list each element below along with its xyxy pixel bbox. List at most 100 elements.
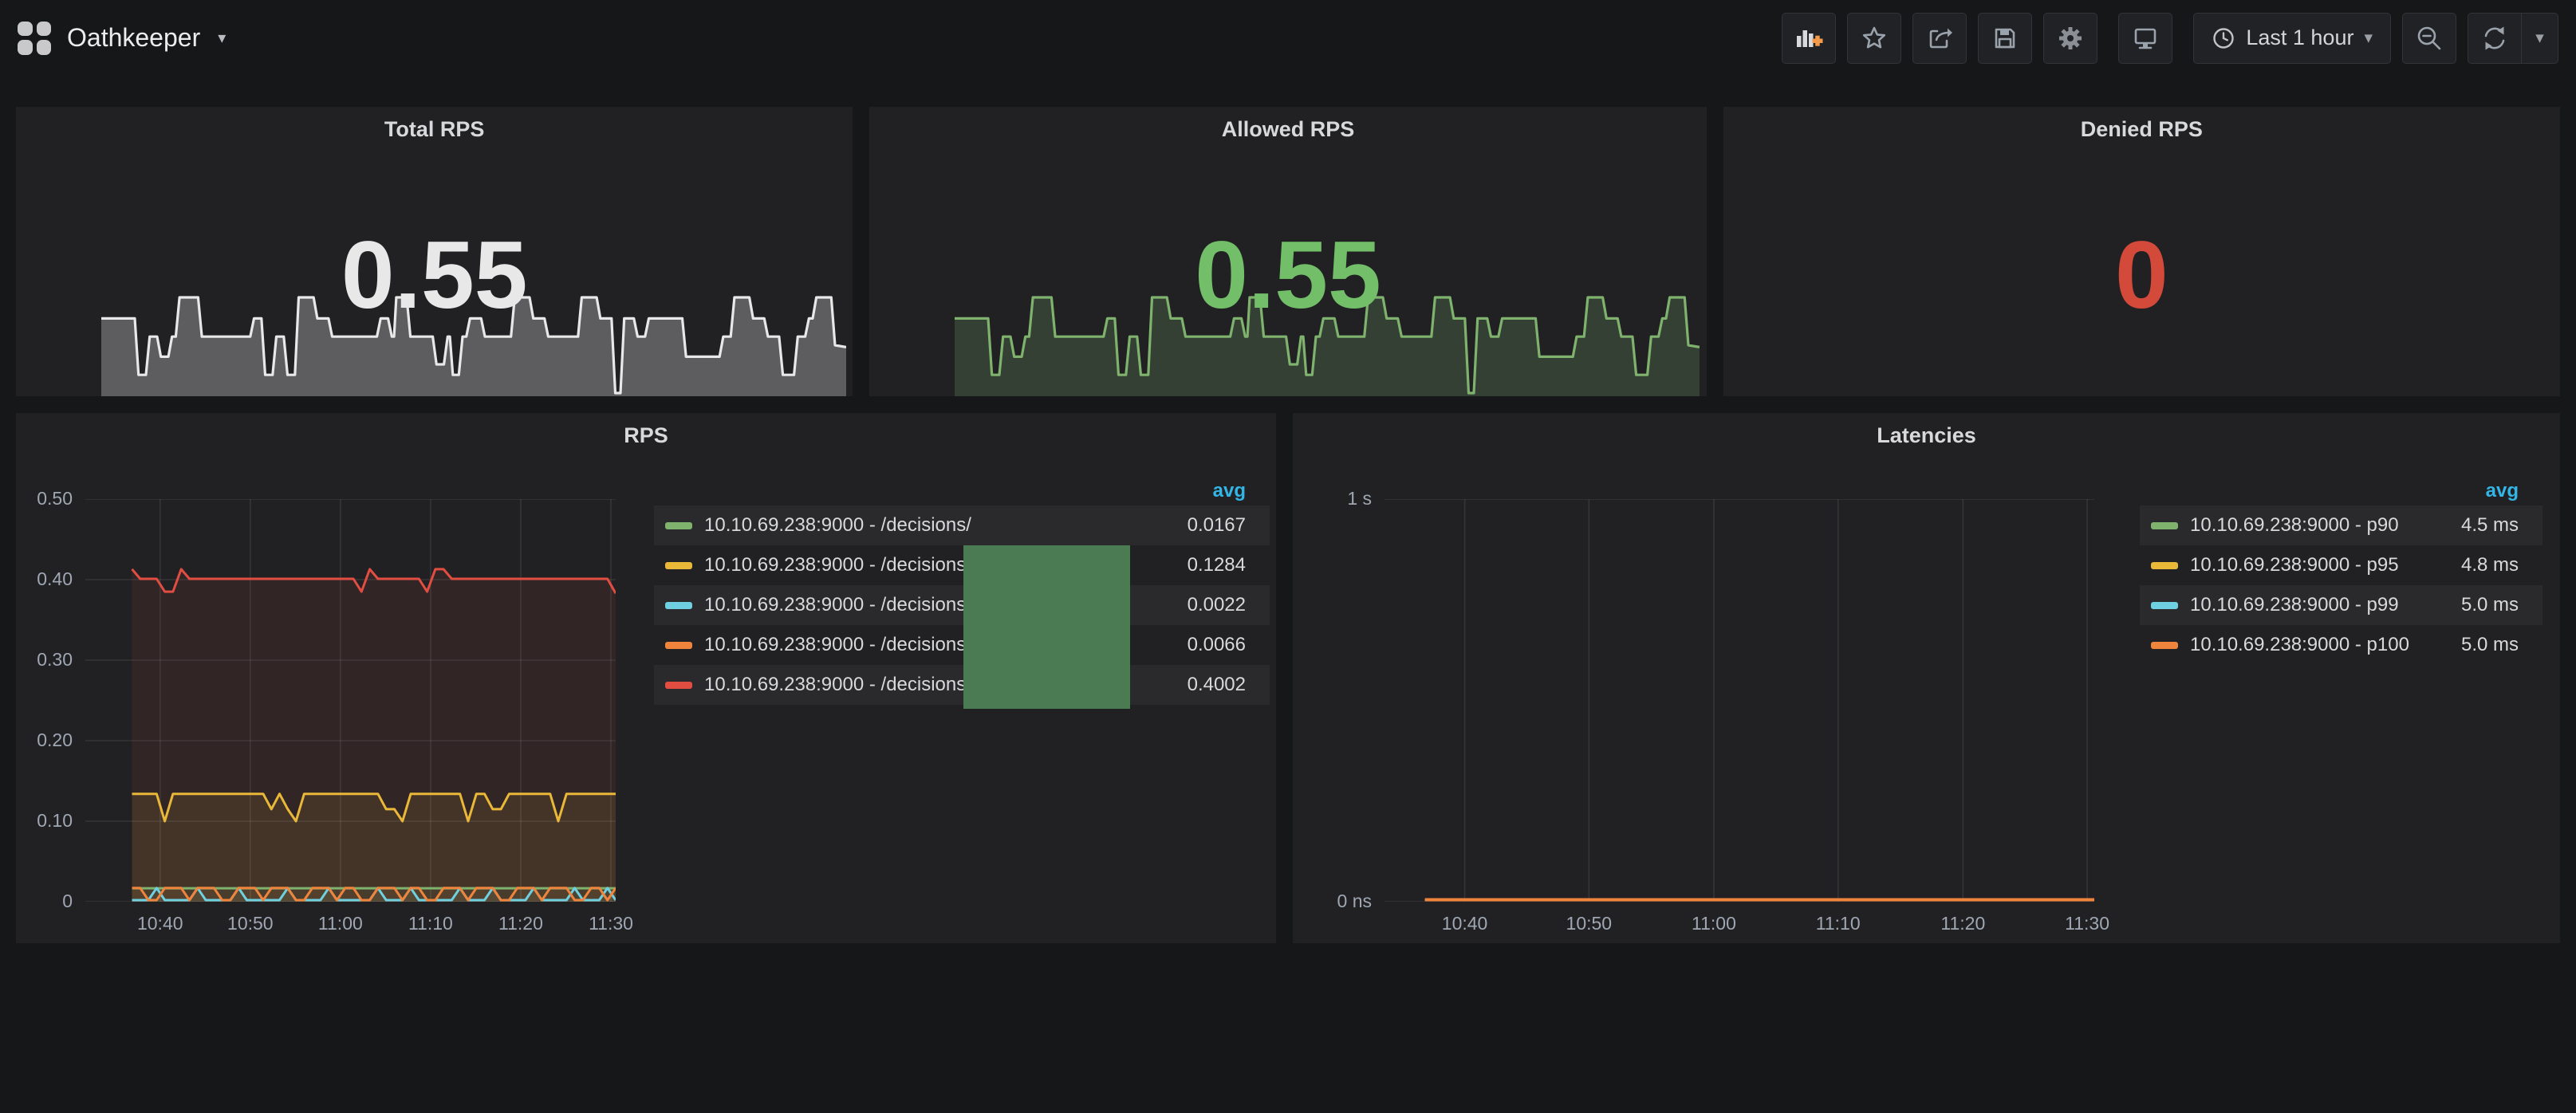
panel-title[interactable]: Total RPS [16,117,853,142]
panel-title[interactable]: Allowed RPS [869,117,1706,142]
stat-value: 0.55 [16,225,853,325]
series-color-swatch[interactable] [665,682,692,689]
rps-chart-canvas[interactable] [85,499,616,902]
save-button[interactable] [1978,13,2032,64]
panel-denied-rps: Denied RPS 0 [1723,107,2560,396]
x-axis-label: 11:10 [1794,913,1882,935]
series-color-swatch[interactable] [2151,602,2178,609]
series-color-swatch[interactable] [665,642,692,649]
y-axis-label: 0.10 [16,810,73,832]
stat-value: 0 [1723,225,2560,325]
dashboard-grid-icon[interactable] [18,22,51,55]
x-axis-label: 10:50 [207,913,294,935]
refresh-interval-dropdown[interactable]: ▾ [2522,13,2558,64]
y-axis-label: 0 [16,891,73,913]
x-axis-label: 10:40 [116,913,204,935]
legend-avg-value: 0.0066 [1188,634,1246,656]
series-color-swatch[interactable] [665,522,692,529]
cycle-view-button[interactable] [2118,13,2172,64]
series-color-swatch[interactable] [2151,642,2178,649]
add-panel-icon [1793,24,1825,53]
x-axis-label: 11:30 [567,913,655,935]
stat-value: 0.55 [869,225,1706,325]
gear-icon [2056,24,2085,53]
dashboard-nav: Oathkeeper ▾ [18,22,226,55]
legend-avg-header[interactable]: avg [654,477,1270,505]
dashboard-title[interactable]: Oathkeeper [67,23,200,53]
clock-icon [2212,26,2235,50]
share-icon [1925,24,1954,53]
legend-series-label: 10.10.69.238:9000 - p95 [2190,554,2444,576]
time-range-label: Last 1 hour [2246,26,2353,50]
rps-legend: avg10.10.69.238:9000 - /decisions/0.0167… [654,477,1270,705]
y-axis-label: 0.30 [16,649,73,671]
share-button[interactable] [1912,13,1967,64]
graph-row: RPS avg10.10.69.238:9000 - /decisions/0.… [16,413,2560,943]
legend-avg-value: 5.0 ms [2461,634,2519,656]
legend-avg-value: 0.4002 [1188,674,1246,696]
legend-avg-value: 4.8 ms [2461,554,2519,576]
x-axis-label: 11:20 [477,913,565,935]
panel-title[interactable]: RPS [16,423,1276,448]
legend-row[interactable]: 10.10.69.238:9000 - p100 5.0 ms [2140,625,2543,665]
legend-series-label: 10.10.69.238:9000 - p90 [2190,514,2444,537]
zoom-out-icon [2415,24,2444,53]
x-axis-label: 11:10 [387,913,475,935]
y-axis-label: 0.40 [16,568,73,591]
chevron-down-icon: ▾ [2364,29,2373,46]
chevron-down-icon: ▾ [2535,29,2544,46]
series-color-swatch[interactable] [665,562,692,569]
star-icon [1860,24,1889,53]
x-axis-label: 10:40 [1421,913,1509,935]
panel-rps-graph: RPS avg10.10.69.238:9000 - /decisions/0.… [16,413,1276,943]
legend-series-label: 10.10.69.238:9000 - p99 [2190,594,2444,616]
legend-row[interactable]: 10.10.69.238:9000 - /decisions/0.0066 [654,625,1270,665]
chevron-down-icon[interactable]: ▾ [218,28,226,48]
legend-series-label: 10.10.69.238:9000 - /decisions/ [704,514,1170,537]
y-axis-label: 0 ns [1293,891,1372,913]
refresh-icon [2480,24,2509,53]
legend-row[interactable]: 10.10.69.238:9000 - p95 4.8 ms [2140,545,2543,585]
panel-allowed-rps: Allowed RPS 0.55 [869,107,1706,396]
navbar: Oathkeeper ▾ [0,0,2576,76]
legend-avg-value: 4.5 ms [2461,514,2519,537]
x-axis-label: 11:00 [297,913,384,935]
latencies-legend: avg10.10.69.238:9000 - p904.5 ms10.10.69… [2140,477,2543,665]
time-range-picker[interactable]: Last 1 hour ▾ [2193,13,2391,64]
add-panel-button[interactable] [1782,13,1836,64]
save-icon [1991,24,2019,53]
panel-title[interactable]: Latencies [1293,423,2560,448]
monitor-icon [2131,24,2160,53]
legend-row[interactable]: 10.10.69.238:9000 - /decisions/0.4002 [654,665,1270,705]
panel-total-rps: Total RPS 0.55 [16,107,853,396]
legend-avg-value: 0.0022 [1188,594,1246,616]
x-axis-label: 10:50 [1545,913,1633,935]
x-axis-label: 11:00 [1670,913,1758,935]
series-color-swatch[interactable] [2151,562,2178,569]
legend-row[interactable]: 10.10.69.238:9000 - p90 4.5 ms [2140,505,2543,545]
stat-row: Total RPS 0.55 Allowed RPS 0.55 Denied R… [16,107,2560,396]
legend-row[interactable]: 10.10.69.238:9000 - /decisions/0.0022 [654,585,1270,625]
series-color-swatch[interactable] [2151,522,2178,529]
settings-button[interactable] [2043,13,2097,64]
star-button[interactable] [1847,13,1901,64]
legend-avg-header[interactable]: avg [2140,477,2543,505]
legend-series-label: 10.10.69.238:9000 - p100 [2190,634,2444,656]
y-axis-label: 0.20 [16,730,73,752]
legend-row[interactable]: 10.10.69.238:9000 - /decisions/0.1284 [654,545,1270,585]
panel-title[interactable]: Denied RPS [1723,117,2560,142]
zoom-out-button[interactable] [2402,13,2456,64]
toolbar: Last 1 hour ▾ ▾ [1782,13,2558,64]
refresh-button[interactable] [2468,13,2522,64]
x-axis-label: 11:30 [2043,913,2131,935]
y-axis-label: 0.50 [16,488,73,510]
series-color-swatch[interactable] [665,602,692,609]
panel-latencies-graph: Latencies avg 10.10.69.238:9000 - p90 4.5 … [1293,413,2560,943]
legend-avg-value: 5.0 ms [2461,594,2519,616]
legend-row[interactable]: 10.10.69.238:9000 - p99 5.0 ms [2140,585,2543,625]
x-axis-label: 11:20 [1919,913,2007,935]
legend-avg-value: 0.1284 [1188,554,1246,576]
overlay-box [963,545,1130,709]
latencies-chart-canvas[interactable] [1385,499,2094,902]
legend-row[interactable]: 10.10.69.238:9000 - /decisions/0.0167 [654,505,1270,545]
